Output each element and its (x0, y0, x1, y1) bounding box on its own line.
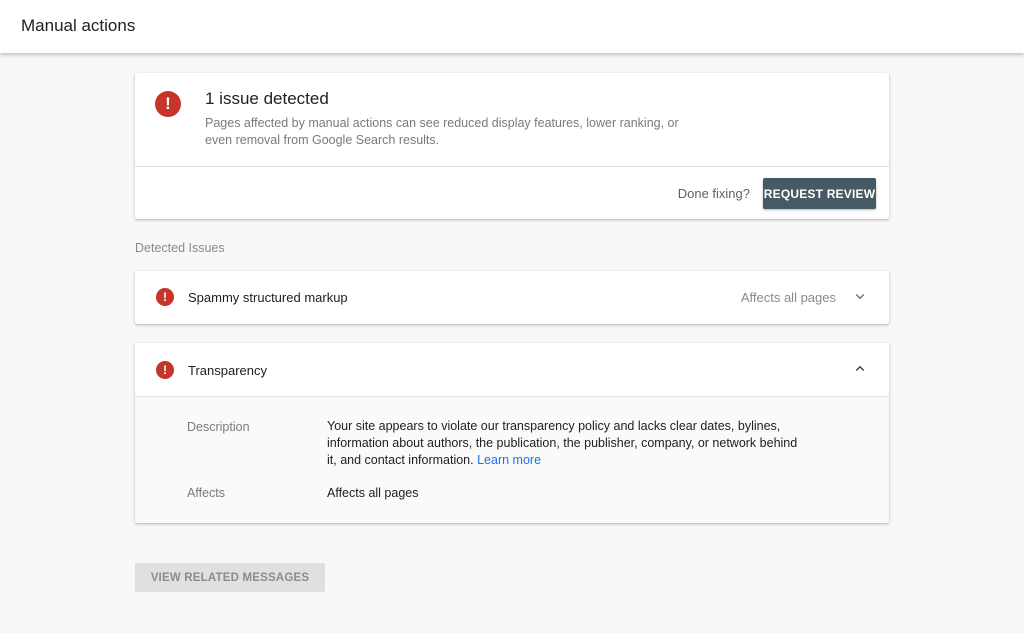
alert-icon: ! (155, 91, 181, 117)
description-label: Description (187, 420, 250, 434)
detected-issues-label: Detected Issues (135, 241, 225, 255)
issue-name: Transparency (188, 363, 267, 378)
summary-card: ! 1 issue detected Pages affected by man… (135, 73, 889, 219)
chevron-up-icon[interactable] (851, 360, 869, 378)
issue-affects: Affects all pages (740, 290, 836, 305)
summary-description: Pages affected by manual actions can see… (205, 116, 679, 147)
issue-name: Spammy structured markup (188, 290, 348, 305)
issue-row-spammy-structured-markup[interactable]: ! Spammy structured markup Affects all p… (135, 271, 889, 324)
issue-row-transparency[interactable]: ! Transparency (135, 343, 889, 397)
alert-icon: ! (156, 361, 174, 379)
done-fixing-label: Done fixing? (677, 186, 750, 201)
view-related-messages-button[interactable]: VIEW RELATED MESSAGES (135, 563, 325, 592)
issue-details: Description Your site appears to violate… (135, 397, 889, 523)
request-review-button[interactable]: REQUEST REVIEW (763, 178, 876, 209)
affects-label: Affects (187, 486, 225, 500)
app-header: Manual actions (0, 0, 1024, 53)
summary-title: 1 issue detected (205, 89, 329, 108)
page-title: Manual actions (21, 16, 136, 35)
learn-more-link[interactable]: Learn more (477, 453, 541, 467)
description-text: Your site appears to violate our transpa… (327, 419, 798, 467)
chevron-down-icon[interactable] (851, 287, 869, 305)
divider (135, 166, 889, 167)
description-value: Your site appears to violate our transpa… (327, 418, 803, 469)
affects-value: Affects all pages (327, 486, 419, 500)
issue-card-spammy-structured-markup: ! Spammy structured markup Affects all p… (135, 271, 889, 324)
alert-icon: ! (156, 288, 174, 306)
issue-card-transparency: ! Transparency Description Your site app… (135, 343, 889, 523)
